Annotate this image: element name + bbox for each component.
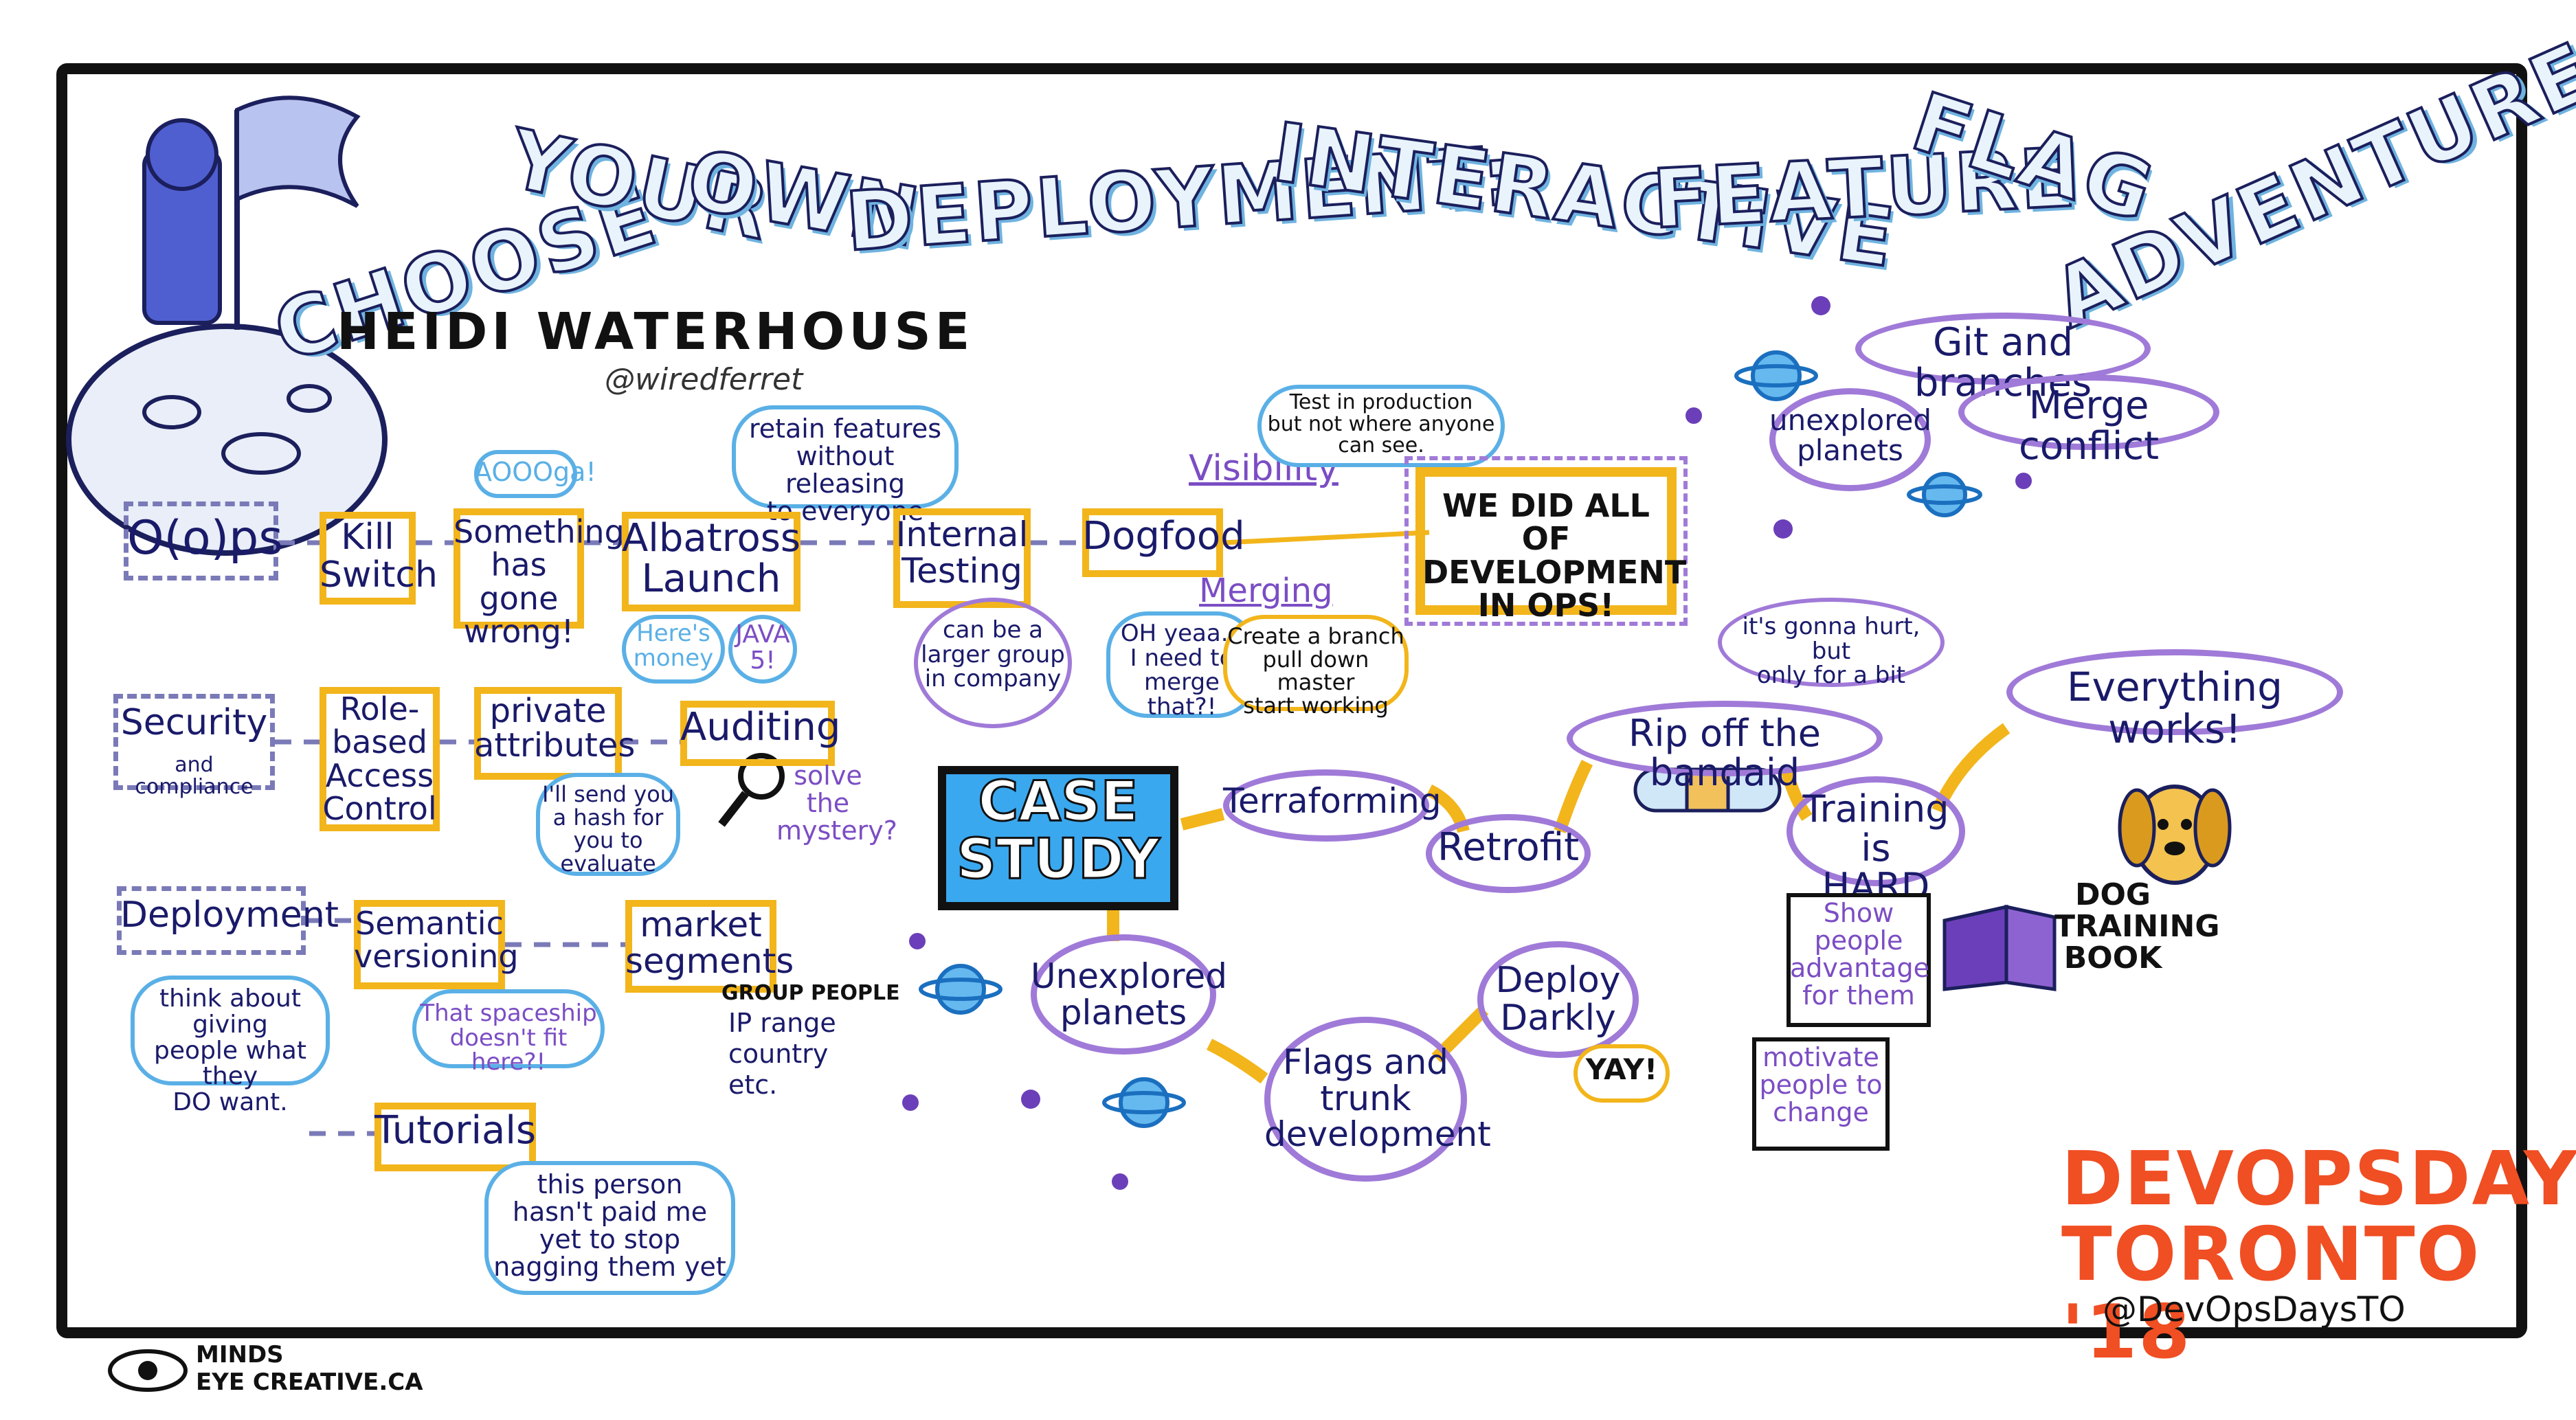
rbac-label: Role- based Access Control <box>322 690 437 827</box>
everything-works-label: Everything works! <box>2066 664 2283 752</box>
training-hard-label: Training is HARD <box>1802 787 1949 909</box>
oops-label: O(o)ps <box>127 511 283 565</box>
private-attrs-label: private attributes <box>474 692 636 765</box>
group-people-label: GROUP PEOPLE <box>721 981 900 1005</box>
tutorials-note-label: this person hasn't paid me yet to stop n… <box>493 1169 726 1282</box>
dogfood-connector <box>1222 530 1430 545</box>
deploy-darkly-label: Deploy Darkly <box>1495 960 1621 1039</box>
test-in-prod-label: Test in production but not where anyone … <box>1267 390 1495 458</box>
minds-eye-logo <box>108 1349 188 1392</box>
albatross-label: Albatross Launch <box>622 516 801 601</box>
tutorials-label: Tutorials <box>374 1108 537 1153</box>
dog-icon <box>2118 785 2232 885</box>
flags-trunk-label: Flags and trunk development <box>1264 1042 1491 1154</box>
heres-money-label: Here's money <box>633 620 714 672</box>
merging-label: Merging <box>1199 572 1333 610</box>
deployment-label: Deployment <box>120 894 339 936</box>
unexplored-planets-label: Unexplored planets <box>1031 956 1227 1033</box>
dog-book-label: DOG TRAINING BOOK <box>2054 877 2220 976</box>
auditing-label: Auditing <box>680 705 841 750</box>
think-about-label: think about giving people what they DO w… <box>154 984 306 1117</box>
semantic-label: Semantic versioning <box>354 905 519 976</box>
unexplored-top-label: unexplored planets <box>1769 403 1932 468</box>
terraforming-label: Terraforming <box>1223 781 1442 821</box>
credit-line2: EYE CREATIVE.CA <box>196 1368 423 1396</box>
book-icon <box>1942 904 2057 991</box>
kill-switch-label: Kill Switch <box>320 517 438 596</box>
rip-off-label: Rip off the bandaid <box>1628 712 1821 794</box>
magnifier-icon <box>718 753 785 827</box>
aooga-label: AOOOga! <box>474 457 596 487</box>
security-label: Security <box>120 702 268 743</box>
internal-testing-label: Internal Testing <box>895 515 1029 591</box>
we-did-all-label: WE DID ALL OF DEVELOPMENT IN OPS! <box>1422 487 1687 624</box>
security-sub-label: and compliance <box>135 753 254 799</box>
spaceship-label: That spaceship doesn't fit here?! <box>420 1000 597 1077</box>
case-study-label: CASE STUDY <box>956 769 1161 891</box>
hash-note-label: I'll send you a hash for you to evaluate <box>541 781 675 877</box>
ip-range-label: IP range <box>728 1008 836 1038</box>
country-label: country <box>728 1039 829 1069</box>
sketchnote-canvas: CHOOSE YOUR OWN DEPLOYMENT: INTERACTIVE … <box>0 0 2576 1420</box>
gonna-hurt-label: it's gonna hurt, but only for a bit <box>1742 613 1920 690</box>
motivate-label: motivate people to change <box>1759 1042 1883 1127</box>
create-branch-label: Create a branch pull down master start w… <box>1227 623 1404 719</box>
speaker-name: HEIDI WATERHOUSE <box>337 302 974 361</box>
java-label: JAVA 5! <box>735 620 790 675</box>
retrofit-label: Retrofit <box>1437 825 1580 870</box>
merge-conflict-label: Merge conflict <box>2018 383 2160 469</box>
dogfood-label: Dogfood <box>1082 514 1245 559</box>
larger-group-label: can be a larger group in company <box>921 616 1065 693</box>
event-handle: @DevOpsDaysTO <box>2103 1289 2406 1329</box>
market-label: market segments <box>625 905 794 981</box>
show-people-label: Show people advantage for them <box>1790 898 1929 1011</box>
solve-mystery-label: solve the mystery? <box>776 760 897 846</box>
speaker-handle: @wiredferret <box>605 362 803 397</box>
something-wrong-label: Something has gone wrong! <box>453 513 625 650</box>
credit-line1: MINDS <box>196 1341 284 1368</box>
yay-label: YAY! <box>1585 1052 1658 1086</box>
etc-label: etc. <box>728 1070 778 1100</box>
event-line1: DEVOPSDAYS <box>2061 1136 2576 1222</box>
